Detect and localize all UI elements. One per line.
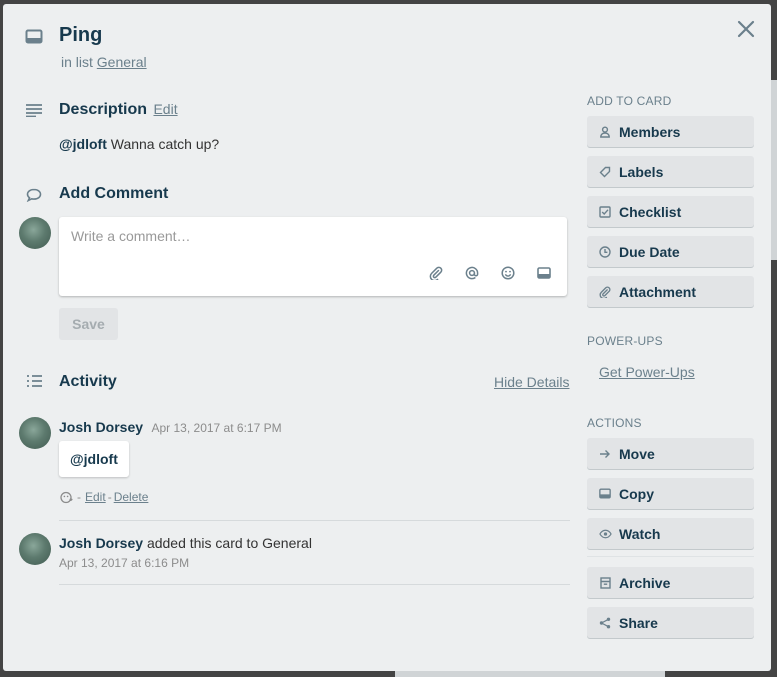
save-button[interactable]: Save — [59, 308, 118, 340]
due-date-label: Due Date — [619, 243, 680, 260]
separator: - — [107, 490, 112, 504]
description-icon — [25, 102, 43, 118]
activity-heading: Activity — [59, 373, 117, 390]
copy-label: Copy — [619, 485, 654, 502]
attachment-icon — [597, 284, 613, 300]
card-list-info: in list General — [61, 54, 147, 70]
description-edit-link[interactable]: Edit — [153, 101, 177, 117]
close-icon[interactable] — [735, 18, 757, 40]
eye-icon — [597, 526, 613, 542]
divider — [59, 520, 570, 521]
comment-input[interactable] — [69, 227, 553, 245]
watch-button[interactable]: Watch — [587, 518, 754, 549]
move-button[interactable]: Move — [587, 438, 754, 469]
add-comment-heading: Add Comment — [59, 185, 169, 202]
divider — [59, 584, 570, 585]
activity-icon — [25, 373, 43, 389]
checklist-icon — [597, 204, 613, 220]
avatar[interactable] — [19, 533, 51, 565]
labels-button[interactable]: Labels — [587, 156, 754, 187]
description-text: @jdloft Wanna catch up? — [59, 136, 219, 152]
add-to-card-label: ADD TO CARD — [587, 94, 672, 108]
due-date-button[interactable]: Due Date — [587, 236, 754, 267]
activity-author[interactable]: Josh Dorsey — [59, 419, 143, 435]
description-body: Wanna catch up? — [110, 136, 220, 152]
list-name-link[interactable]: General — [97, 54, 147, 70]
activity-author[interactable]: Josh Dorsey — [59, 535, 143, 551]
archive-label: Archive — [619, 574, 671, 591]
edit-comment-link[interactable]: Edit — [85, 490, 106, 504]
avatar[interactable] — [19, 417, 51, 449]
activity-time[interactable]: Apr 13, 2017 at 6:17 PM — [152, 421, 282, 435]
hide-details-link[interactable]: Hide Details — [494, 374, 569, 390]
watch-label: Watch — [619, 525, 661, 542]
board-list-fragment — [771, 80, 777, 260]
member-icon — [597, 124, 613, 140]
attachment-label: Attachment — [619, 283, 697, 300]
copy-button[interactable]: Copy — [587, 478, 754, 509]
description-header: Description Edit — [59, 101, 178, 119]
avatar[interactable] — [19, 217, 51, 249]
activity-action: added this card to General — [146, 535, 312, 551]
mention-icon[interactable] — [464, 265, 480, 281]
checklist-button[interactable]: Checklist — [587, 196, 754, 227]
activity-item-text: Josh Dorsey added this card to General — [59, 535, 312, 551]
delete-comment-link[interactable]: Delete — [114, 490, 149, 504]
activity-time[interactable]: Apr 13, 2017 at 6:16 PM — [59, 556, 189, 570]
archive-icon — [597, 575, 613, 591]
activity-item-header: Josh Dorsey Apr 13, 2017 at 6:17 PM — [59, 419, 282, 437]
share-icon — [597, 615, 613, 631]
in-list-prefix: in list — [61, 54, 93, 70]
archive-button[interactable]: Archive — [587, 567, 754, 598]
emoji-icon[interactable] — [500, 265, 516, 281]
card-icon — [24, 28, 44, 46]
members-button[interactable]: Members — [587, 116, 754, 147]
card-detail-modal: Ping in list General Description Edit @j… — [3, 4, 771, 671]
comment-icon — [25, 186, 43, 204]
mention[interactable]: @jdloft — [59, 136, 107, 152]
power-ups-label: POWER-UPS — [587, 334, 663, 348]
move-label: Move — [619, 445, 655, 462]
card-icon — [597, 486, 613, 502]
clock-icon — [597, 244, 613, 260]
comment-box[interactable] — [59, 217, 567, 296]
attachment-icon[interactable] — [428, 265, 444, 281]
labels-label: Labels — [619, 163, 664, 180]
members-label: Members — [619, 123, 681, 140]
card-title[interactable]: Ping — [59, 24, 102, 47]
board-list-fragment — [395, 671, 665, 677]
divider — [587, 556, 754, 557]
comment-mention[interactable]: @jdloft — [70, 451, 118, 467]
label-icon — [597, 164, 613, 180]
comment-bubble: @jdloft — [59, 441, 129, 477]
comment-actions: - Edit - Delete — [59, 490, 148, 504]
get-power-ups-link[interactable]: Get Power-Ups — [599, 364, 695, 380]
separator: - — [77, 490, 81, 504]
description-heading: Description — [59, 101, 148, 118]
arrow-right-icon — [597, 446, 613, 462]
share-button[interactable]: Share — [587, 607, 754, 638]
add-reaction-icon[interactable] — [59, 490, 73, 504]
attachment-button[interactable]: Attachment — [587, 276, 754, 307]
actions-label: ACTIONS — [587, 416, 642, 430]
share-label: Share — [619, 614, 658, 631]
checklist-label: Checklist — [619, 203, 682, 220]
card-link-icon[interactable] — [536, 265, 552, 281]
